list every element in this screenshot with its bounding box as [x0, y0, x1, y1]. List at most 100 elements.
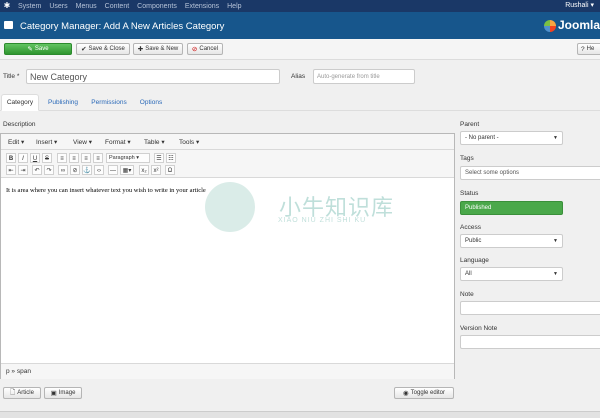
- code-icon[interactable]: ‹›: [94, 165, 104, 175]
- joomla-brand: Joomla: [543, 18, 600, 32]
- tab-publishing[interactable]: Publishing: [41, 94, 85, 111]
- bullet-list-icon[interactable]: ☰: [154, 153, 164, 163]
- undo-icon[interactable]: ↶: [32, 165, 42, 175]
- chevron-down-icon: ▼: [553, 135, 558, 141]
- menu-components[interactable]: Components: [137, 3, 177, 10]
- language-value: All: [465, 271, 472, 277]
- editor-menu-view[interactable]: View ▾: [73, 138, 92, 146]
- align-center-icon[interactable]: ≡: [69, 153, 79, 163]
- watermark: 小牛知识库 XIAO NIU ZHI SHI KU: [205, 182, 395, 232]
- superscript-icon[interactable]: x²: [151, 165, 161, 175]
- tab-options[interactable]: Options: [133, 94, 169, 111]
- cancel-icon: ⊘: [191, 46, 198, 53]
- access-select[interactable]: Public ▼: [460, 234, 563, 248]
- outdent-icon[interactable]: ⇤: [6, 165, 16, 175]
- editor-menu-table[interactable]: Table ▾: [144, 138, 165, 146]
- save-close-label: Save & Close: [88, 46, 125, 52]
- check-icon: ✔: [81, 46, 87, 53]
- title-input[interactable]: New Category: [26, 69, 280, 84]
- menu-help[interactable]: Help: [227, 3, 241, 10]
- tags-input[interactable]: Select some options: [460, 166, 600, 180]
- image-icon: ▣: [50, 390, 57, 397]
- menu-system[interactable]: System: [18, 3, 41, 10]
- tags-label: Tags: [460, 155, 474, 162]
- horizontal-rule-icon[interactable]: —: [108, 165, 118, 175]
- chevron-down-icon: ▼: [553, 238, 558, 244]
- subscript-icon[interactable]: x₂: [139, 165, 149, 175]
- note-label: Note: [460, 291, 474, 298]
- save-icon: ✎: [27, 46, 33, 53]
- menu-extensions[interactable]: Extensions: [185, 3, 219, 10]
- page-title: Category Manager: Add A New Articles Cat…: [20, 21, 225, 32]
- tab-permissions[interactable]: Permissions: [87, 94, 131, 111]
- joomla-mark-icon: [543, 19, 556, 32]
- redo-icon[interactable]: ↷: [44, 165, 54, 175]
- status-select[interactable]: Published: [460, 201, 563, 215]
- image-button[interactable]: ▣ Image: [44, 387, 82, 399]
- eye-icon: ◉: [402, 390, 409, 397]
- bold-button[interactable]: B: [6, 153, 16, 163]
- editor-menu-format[interactable]: Format ▾: [105, 138, 131, 146]
- indent-icon[interactable]: ⇥: [18, 165, 28, 175]
- numbered-list-icon[interactable]: ☷: [166, 153, 176, 163]
- save-button[interactable]: ✎ Save: [4, 43, 72, 55]
- top-menu-bar: ✱ System Users Menus Content Components …: [0, 0, 600, 12]
- editor-toolbar: B I U S ≡ ≡ ≡ ≡ Paragraph ▾ ☰ ☷ ⇤ ⇥ ↶ ↷ …: [1, 150, 454, 178]
- save-close-button[interactable]: ✔ Save & Close: [76, 43, 130, 55]
- alias-label: Alias: [291, 73, 306, 80]
- language-select[interactable]: All ▼: [460, 267, 563, 281]
- align-left-icon[interactable]: ≡: [57, 153, 67, 163]
- menu-content[interactable]: Content: [105, 3, 130, 10]
- watermark-pinyin: XIAO NIU ZHI SHI KU: [278, 217, 367, 224]
- form-tabs: Category Publishing Permissions Options: [0, 94, 600, 111]
- plus-icon: ✚: [137, 46, 144, 53]
- editor-menu-insert[interactable]: Insert ▾: [36, 138, 57, 146]
- article-label: Article: [17, 390, 34, 396]
- italic-button[interactable]: I: [18, 153, 28, 163]
- link-icon[interactable]: ∞: [58, 165, 68, 175]
- title-bar: Category Manager: Add A New Articles Cat…: [0, 12, 600, 39]
- brand-text: Joomla: [557, 18, 600, 32]
- parent-select[interactable]: - No parent - ▼: [460, 131, 563, 145]
- language-label: Language: [460, 257, 489, 264]
- version-note-input[interactable]: [460, 335, 600, 349]
- help-label: He: [586, 46, 595, 52]
- save-new-button[interactable]: ✚ Save & New: [133, 43, 183, 55]
- unlink-icon[interactable]: ⊘: [70, 165, 80, 175]
- editor-statusbar: p » span: [1, 363, 454, 379]
- description-editor: Edit ▾ Insert ▾ View ▾ Format ▾ Table ▾ …: [0, 133, 455, 379]
- folder-icon: [4, 21, 13, 29]
- help-icon: ?: [581, 45, 585, 53]
- save-label: Save: [34, 46, 49, 52]
- user-menu[interactable]: Rushali ▾: [565, 1, 594, 9]
- status-label: Status: [460, 190, 479, 197]
- footer-bar: [0, 411, 600, 418]
- save-new-label: Save & New: [145, 46, 179, 52]
- chevron-down-icon: ▼: [553, 271, 558, 277]
- editor-menu-tools[interactable]: Tools ▾: [179, 138, 199, 146]
- paragraph-format-select[interactable]: Paragraph ▾: [106, 153, 150, 163]
- tab-category[interactable]: Category: [1, 94, 39, 111]
- joomla-logo-icon[interactable]: ✱: [2, 1, 12, 11]
- description-label: Description: [3, 121, 36, 128]
- note-input[interactable]: [460, 301, 600, 315]
- help-button[interactable]: ? He: [577, 43, 600, 55]
- anchor-icon[interactable]: ⚓: [82, 165, 92, 175]
- article-button[interactable]: 🗋 Article: [3, 387, 41, 399]
- menu-users[interactable]: Users: [49, 3, 67, 10]
- alias-input[interactable]: Auto-generate from title: [313, 69, 415, 84]
- strikethrough-button[interactable]: S: [42, 153, 52, 163]
- underline-button[interactable]: U: [30, 153, 40, 163]
- menu-menus[interactable]: Menus: [76, 3, 97, 10]
- access-value: Public: [465, 238, 482, 244]
- cancel-button[interactable]: ⊘ Cancel: [187, 43, 223, 55]
- table-icon[interactable]: ▦▾: [120, 165, 134, 175]
- editor-content[interactable]: It is area where you can insert whatever…: [6, 187, 206, 194]
- toggle-editor-button[interactable]: ◉ Toggle editor: [394, 387, 454, 399]
- align-right-icon[interactable]: ≡: [81, 153, 91, 163]
- omega-icon[interactable]: Ω: [165, 165, 175, 175]
- parent-value: - No parent -: [465, 135, 499, 141]
- editor-menu-edit[interactable]: Edit ▾: [8, 138, 24, 146]
- editor-menubar: Edit ▾ Insert ▾ View ▾ Format ▾ Table ▾ …: [1, 134, 454, 150]
- align-justify-icon[interactable]: ≡: [93, 153, 103, 163]
